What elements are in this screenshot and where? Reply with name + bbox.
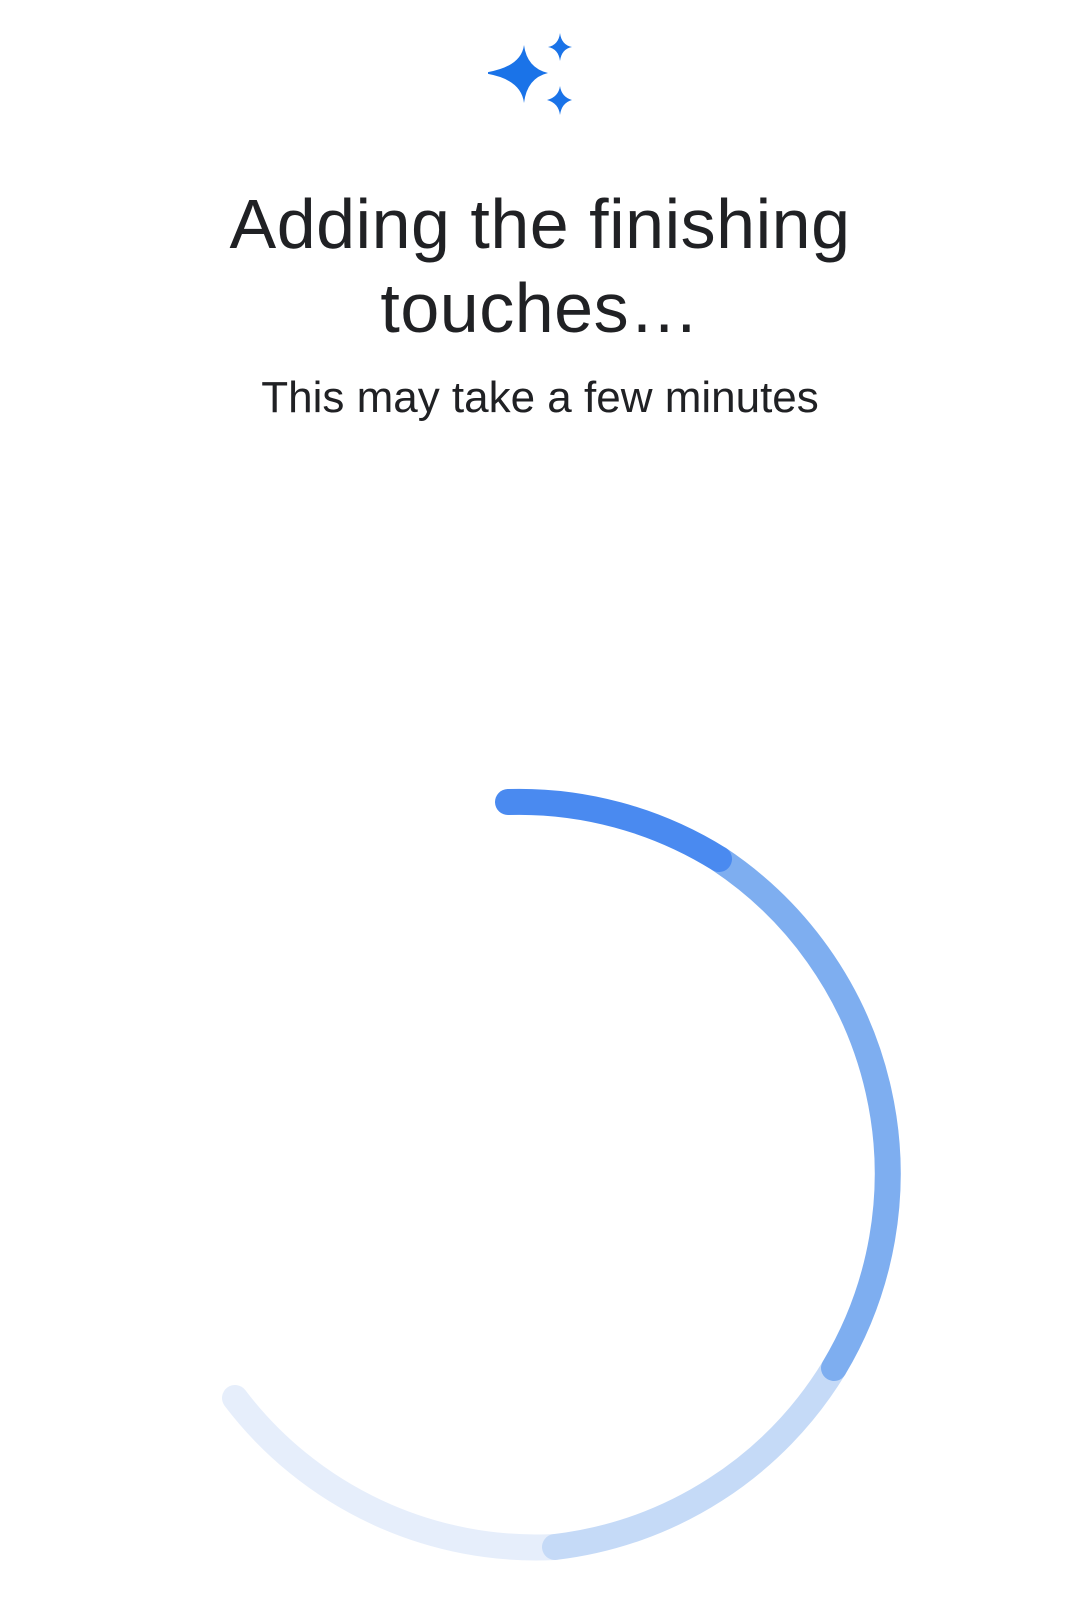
- sparkle-icon-svg: [482, 33, 572, 115]
- sparkle-icon: [482, 30, 588, 130]
- sparkle-large: [482, 45, 548, 103]
- spinner-segment-3: [542, 1355, 847, 1560]
- sparkle-small-top: [548, 33, 572, 61]
- spinner-segment-2: [706, 846, 901, 1381]
- page-title: Adding the finishing touches…: [229, 185, 851, 347]
- spinner-segment-1: [495, 788, 732, 872]
- page-subtitle: This may take a few minutes: [261, 373, 819, 422]
- spinner-segment-4: [222, 1385, 568, 1561]
- sparkle-small-bottom: [547, 86, 572, 115]
